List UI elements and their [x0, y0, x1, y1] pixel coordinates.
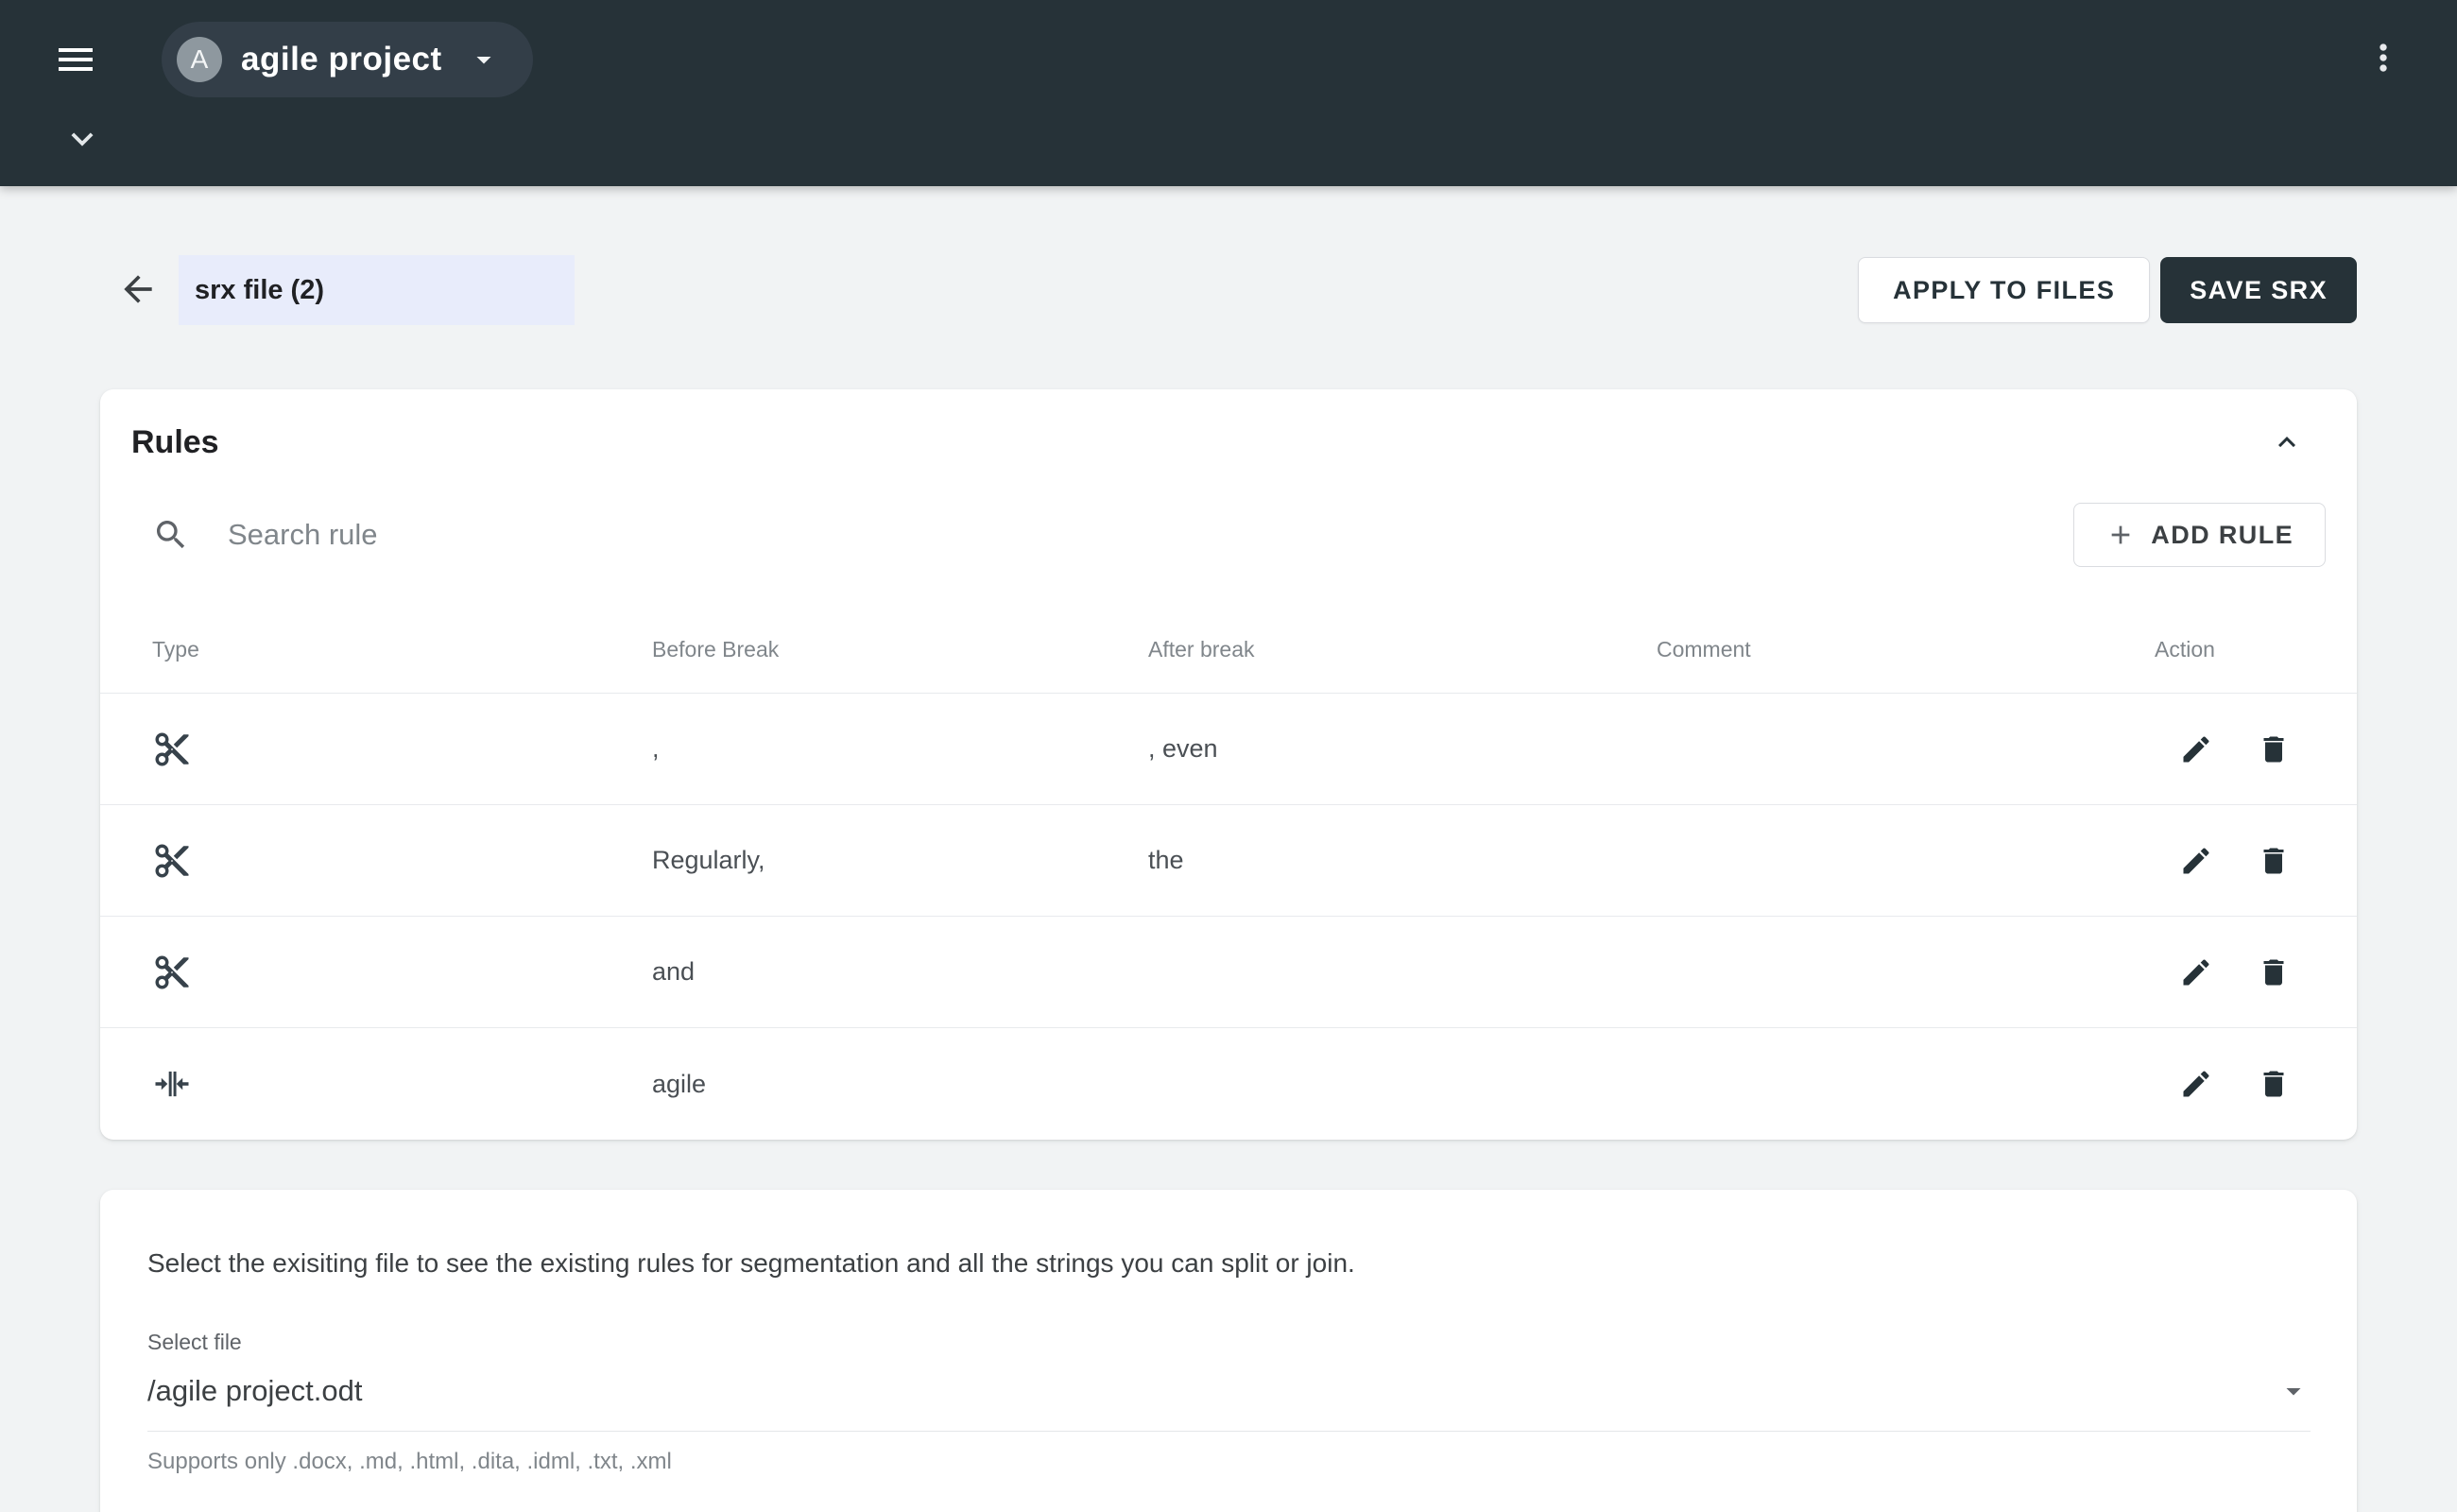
file-card-description: Select the exisiting file to see the exi…: [147, 1248, 2311, 1279]
column-header-comment: Comment: [1657, 637, 2155, 662]
action-cell: [2155, 1067, 2300, 1101]
rules-title: Rules: [131, 424, 219, 461]
selected-file-value: /agile project.odt: [147, 1374, 362, 1408]
edit-rule-button[interactable]: [2179, 844, 2213, 878]
search-icon: [152, 516, 190, 554]
header-toolbar: A agile project: [0, 0, 2457, 119]
page-title: srx file (2): [195, 275, 324, 306]
trash-icon: [2257, 955, 2291, 989]
app-header: A agile project: [0, 0, 2457, 186]
plus-icon: [2105, 520, 2136, 550]
project-name: agile project: [241, 41, 442, 78]
project-avatar: A: [177, 37, 222, 82]
trash-icon: [2257, 1067, 2291, 1101]
expand-more-icon: [60, 117, 104, 161]
table-row: Regularly, the: [100, 805, 2357, 917]
before-break-cell: agile: [652, 1070, 1148, 1099]
delete-rule-button[interactable]: [2257, 732, 2291, 766]
main-content: srx file (2) APPLY TO FILES SAVE SRX Rul…: [0, 186, 2457, 1512]
before-break-cell: and: [652, 957, 1148, 987]
scissors-split-icon: [152, 730, 652, 769]
hamburger-icon: [53, 37, 98, 82]
chevron-up-icon: [2270, 425, 2304, 459]
delete-rule-button[interactable]: [2257, 844, 2291, 878]
chevron-down-icon: [467, 43, 501, 77]
add-rule-label: ADD RULE: [2151, 521, 2294, 550]
column-header-after-break: After break: [1148, 637, 1657, 662]
scissors-split-icon: [152, 841, 652, 881]
edit-rule-button[interactable]: [2179, 955, 2213, 989]
select-file-label: Select file: [147, 1330, 2311, 1355]
rules-card-header: Rules: [100, 389, 2357, 461]
dropdown-arrow-icon: [2277, 1374, 2311, 1408]
page-toolbar: srx file (2) APPLY TO FILES SAVE SRX: [100, 255, 2357, 325]
back-button[interactable]: [117, 268, 161, 312]
file-select-dropdown[interactable]: /agile project.odt: [147, 1374, 2311, 1432]
column-header-type: Type: [152, 637, 652, 662]
rules-table-header: Type Before Break After break Comment Ac…: [100, 567, 2357, 694]
trash-icon: [2257, 732, 2291, 766]
table-row: , , even: [100, 694, 2357, 805]
more-vert-icon: [2362, 37, 2408, 78]
save-srx-button[interactable]: SAVE SRX: [2160, 257, 2357, 323]
before-break-cell: Regularly,: [652, 846, 1148, 875]
rules-table-body: , , even Regularly, the: [100, 694, 2357, 1140]
rule-type-cell: [152, 1064, 652, 1104]
after-break-cell: the: [1148, 846, 1657, 875]
before-break-cell: ,: [652, 734, 1148, 764]
srx-title-field[interactable]: srx file (2): [179, 255, 575, 325]
select-file-field: Select file /agile project.odt Supports …: [147, 1330, 2311, 1475]
column-header-before-break: Before Break: [652, 637, 1148, 662]
pencil-icon: [2179, 955, 2213, 989]
action-cell: [2155, 844, 2300, 878]
collapse-rules-button[interactable]: [2270, 425, 2304, 459]
after-break-cell: , even: [1148, 734, 1657, 764]
scissors-split-icon: [152, 953, 652, 992]
pencil-icon: [2179, 732, 2213, 766]
edit-rule-button[interactable]: [2179, 732, 2213, 766]
apply-to-files-button[interactable]: APPLY TO FILES: [1858, 257, 2150, 323]
action-cell: [2155, 955, 2300, 989]
search-rule-input[interactable]: [228, 518, 2073, 552]
header-expand-button[interactable]: [60, 117, 104, 161]
more-options-button[interactable]: [2362, 37, 2408, 82]
edit-rule-button[interactable]: [2179, 1067, 2213, 1101]
join-merge-icon: [152, 1064, 652, 1104]
pencil-icon: [2179, 1067, 2213, 1101]
delete-rule-button[interactable]: [2257, 1067, 2291, 1101]
rules-card: Rules ADD RULE Type Before Break Aft: [100, 389, 2357, 1140]
action-cell: [2155, 732, 2300, 766]
menu-button[interactable]: [52, 36, 99, 83]
rule-type-cell: [152, 953, 652, 992]
arrow-back-icon: [117, 268, 161, 310]
column-header-action: Action: [2155, 637, 2300, 662]
add-rule-button[interactable]: ADD RULE: [2073, 503, 2326, 567]
delete-rule-button[interactable]: [2257, 955, 2291, 989]
toolbar-actions: APPLY TO FILES SAVE SRX: [1858, 257, 2357, 323]
table-row: and: [100, 917, 2357, 1028]
file-formats-helper: Supports only .docx, .md, .html, .dita, …: [147, 1449, 2311, 1475]
table-row: agile: [100, 1028, 2357, 1140]
rule-type-cell: [152, 841, 652, 881]
rule-type-cell: [152, 730, 652, 769]
project-switcher[interactable]: A agile project: [162, 22, 533, 97]
trash-icon: [2257, 844, 2291, 878]
file-card: Select the exisiting file to see the exi…: [100, 1190, 2357, 1512]
pencil-icon: [2179, 844, 2213, 878]
rules-search-row: ADD RULE: [100, 503, 2357, 567]
